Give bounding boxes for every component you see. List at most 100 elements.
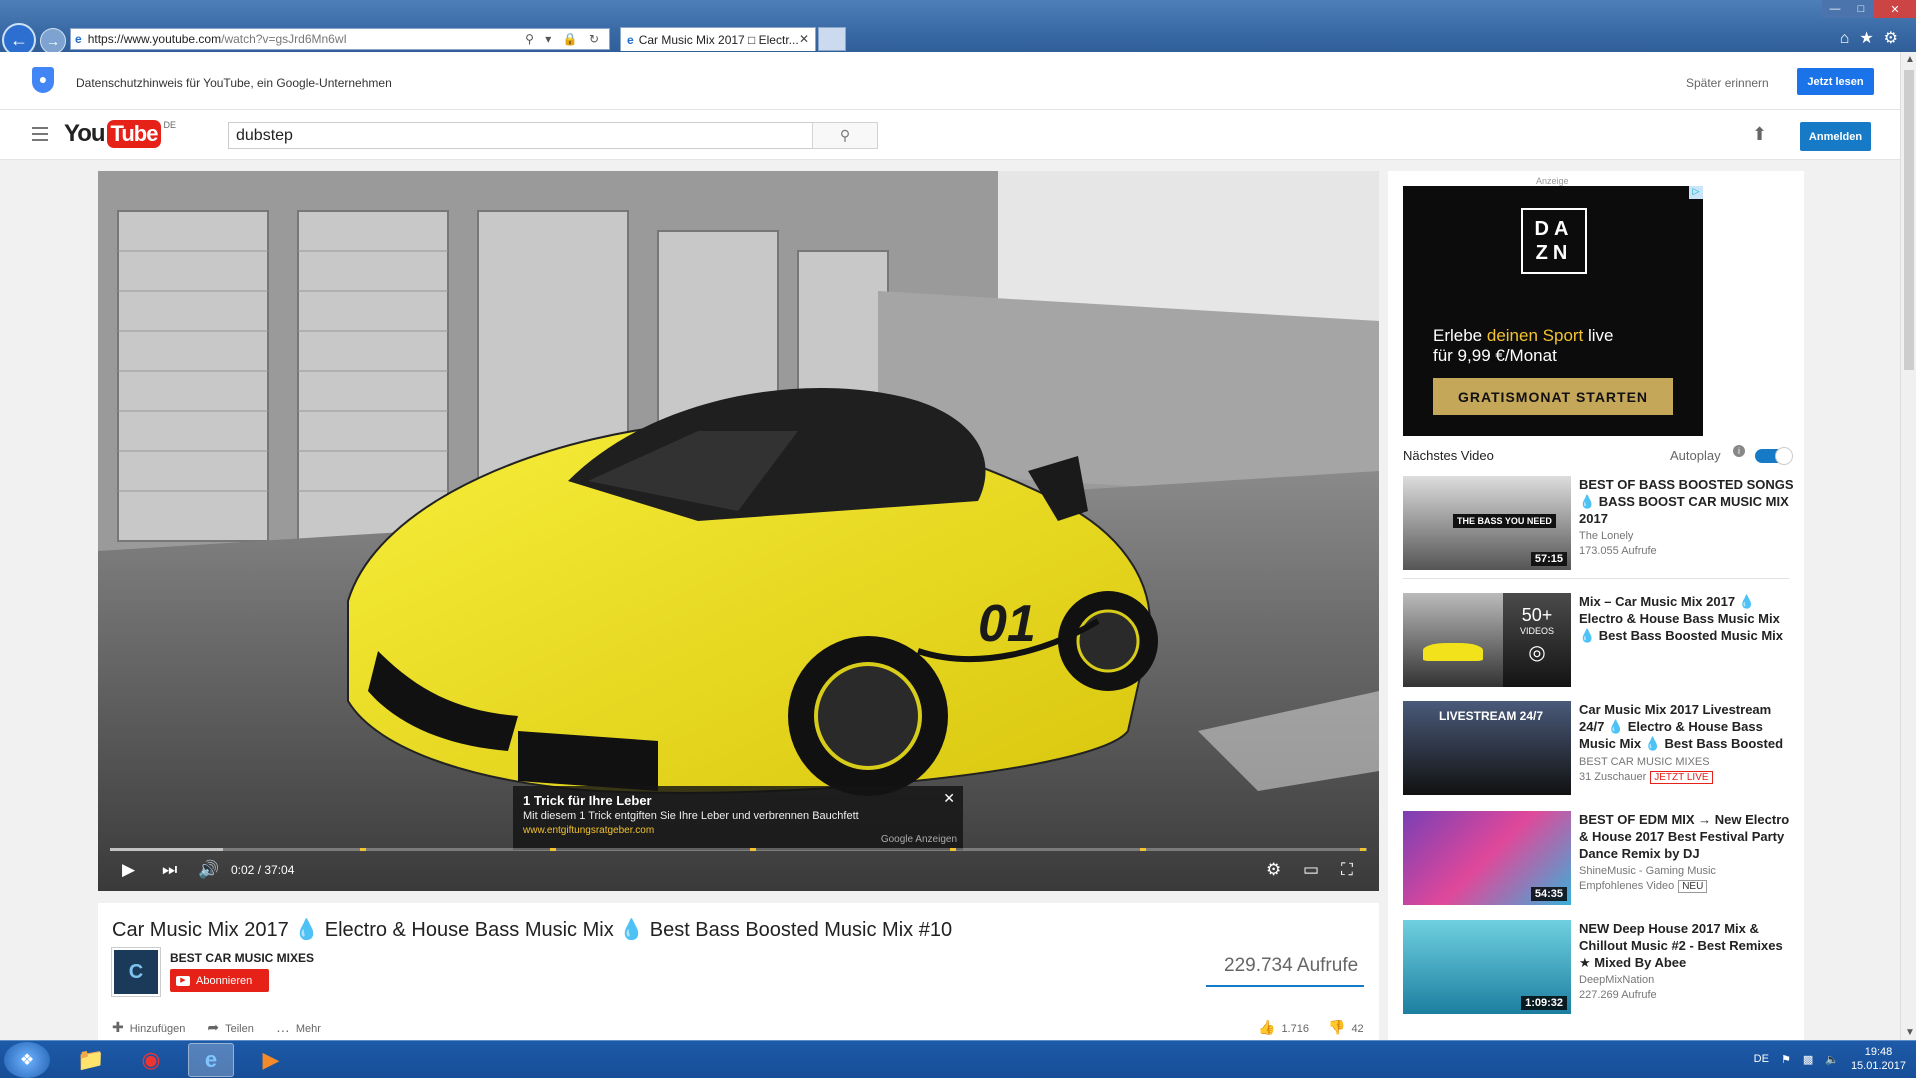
close-window-icon[interactable]: ✕ — [1874, 0, 1916, 18]
youtube-header: You Tube DE dubstep ⚲ ⬆ Anmelden — [0, 110, 1900, 160]
system-tray: DE ⚑ ▩ 🔈 19:48 15.01.2017 — [1754, 1045, 1906, 1073]
related-video[interactable]: THE BASS YOU NEED 57:15 BEST OF BASS BOO… — [1403, 476, 1803, 571]
search-input[interactable]: dubstep — [228, 122, 813, 149]
share-button[interactable]: ➦ Teilen — [207, 1019, 253, 1036]
settings-icon[interactable]: ⚙ — [1266, 860, 1281, 880]
add-to-button[interactable]: ✚ Hinzufügen — [112, 1019, 185, 1036]
autoplay-toggle[interactable] — [1755, 447, 1793, 465]
browser-tab[interactable]: e Car Music Mix 2017 □ Electr... ✕ — [620, 27, 816, 51]
maximize-icon[interactable]: □ — [1848, 0, 1874, 18]
play-icon[interactable]: ▶ — [122, 860, 135, 880]
autoplay-label: Autoplay — [1670, 448, 1721, 463]
youtube-logo[interactable]: You Tube DE — [64, 120, 176, 148]
browser-tools: ⌂★⚙ — [1840, 28, 1908, 48]
lock-icon[interactable]: 🔒 — [563, 32, 582, 46]
language-indicator[interactable]: DE — [1754, 1053, 1769, 1065]
video-thumbnail[interactable]: 54:35 — [1403, 811, 1571, 905]
page-scrollbar[interactable]: ▲ ▼ — [1900, 52, 1916, 1040]
video-info: Car Music Mix 2017 💧 Electro & House Bas… — [98, 903, 1379, 1040]
minimize-icon[interactable]: — — [1822, 0, 1848, 18]
gear-icon[interactable]: ⚙ — [1884, 30, 1908, 47]
remind-later-link[interactable]: Später erinnern — [1686, 76, 1769, 90]
logo-tube: Tube — [106, 120, 162, 148]
start-button[interactable]: ❖ — [4, 1042, 50, 1078]
internet-explorer-icon[interactable]: e — [188, 1043, 234, 1077]
subscribe-button[interactable]: ▶ Abonnieren — [170, 969, 269, 992]
video-player[interactable]: 01 1 Trick für Ihre Leber Mit diesem 1 T… — [98, 171, 1379, 891]
video-title: Car Music Mix 2017 💧 Electro & House Bas… — [112, 919, 953, 941]
related-live[interactable]: LIVESTREAM 24/7 Car Music Mix 2017 Lives… — [1403, 701, 1803, 796]
address-bar[interactable]: e https://www.youtube.com/watch?v=gsJrd6… — [70, 28, 610, 50]
star-icon[interactable]: ★ — [1859, 30, 1883, 47]
related-video[interactable]: 54:35 BEST OF EDM MIX → New Electro & Ho… — [1403, 811, 1803, 906]
new-tab-button[interactable] — [818, 27, 846, 51]
folder-icon[interactable]: 📁 — [68, 1043, 114, 1077]
ad-title: 1 Trick für Ihre Leber — [523, 793, 652, 808]
next-icon[interactable]: ⏭ — [162, 860, 177, 880]
scroll-down-icon[interactable]: ▼ — [1905, 1027, 1915, 1038]
scroll-up-icon[interactable]: ▲ — [1905, 54, 1915, 65]
ie-page-icon: e — [75, 32, 82, 46]
related-channel: ShineMusic - Gaming Music — [1579, 865, 1716, 877]
forward-button[interactable]: → — [40, 28, 66, 54]
clock[interactable]: 19:48 15.01.2017 — [1851, 1045, 1906, 1073]
related-title[interactable]: Mix – Car Music Mix 2017 💧 Electro & Hou… — [1579, 593, 1797, 644]
view-count: 229.734 Aufrufe — [1224, 955, 1359, 976]
volume-icon[interactable]: 🔊 — [198, 860, 219, 880]
thumbnail-text: THE BASS YOU NEED — [1453, 514, 1556, 528]
menu-icon[interactable] — [32, 127, 48, 141]
close-ad-icon[interactable]: ✕ — [943, 790, 955, 807]
info-icon[interactable]: i — [1733, 445, 1745, 457]
video-thumbnail[interactable]: 50+ VIDEOS ◎ — [1403, 593, 1571, 687]
more-button[interactable]: … Mehr — [276, 1019, 321, 1036]
network-icon[interactable]: ▩ — [1803, 1053, 1813, 1066]
refresh-icon[interactable]: ↻ — [589, 32, 603, 46]
upload-icon[interactable]: ⬆ — [1752, 124, 1767, 145]
search-icon[interactable]: ⚲ — [525, 32, 538, 46]
ie-tab-icon: e — [627, 32, 634, 47]
scrollbar-thumb[interactable] — [1904, 70, 1914, 370]
like-ratio-bar — [1206, 985, 1364, 987]
related-title[interactable]: BEST OF EDM MIX → New Electro & House 20… — [1579, 811, 1797, 862]
duration-badge: 57:15 — [1530, 552, 1567, 566]
related-title[interactable]: NEW Deep House 2017 Mix & Chillout Music… — [1579, 920, 1797, 971]
video-thumbnail[interactable]: 1:09:32 — [1403, 920, 1571, 1014]
related-title[interactable]: BEST OF BASS BOOSTED SONGS 💧 BASS BOOST … — [1579, 476, 1797, 527]
dazn-text-b: deinen Sport — [1486, 326, 1584, 345]
dislike-button[interactable]: 👎 42 — [1328, 1019, 1364, 1036]
related-video[interactable]: 1:09:32 NEW Deep House 2017 Mix & Chillo… — [1403, 920, 1803, 1015]
url-text: https://www.youtube.com/watch?v=gsJrd6Mn… — [87, 32, 347, 46]
more-label: Mehr — [295, 1023, 321, 1035]
address-tools[interactable]: ⚲ ▾ 🔒 ↻ — [525, 32, 603, 46]
ad-source: Google Anzeigen — [880, 834, 957, 845]
adchoices-icon[interactable]: ▷ — [1689, 186, 1703, 199]
overlay-ad[interactable]: 1 Trick für Ihre Leber Mit diesem 1 Tric… — [513, 786, 963, 850]
dazn-ad[interactable]: DA ZN Erlebe deinen Sport live für 9,99 €… — [1403, 186, 1703, 436]
search-button[interactable]: ⚲ — [812, 122, 878, 149]
video-thumbnail[interactable]: LIVESTREAM 24/7 — [1403, 701, 1571, 795]
flag-icon[interactable]: ⚑ — [1781, 1053, 1791, 1066]
chrome-icon[interactable]: ◉ — [128, 1043, 174, 1077]
fullscreen-icon[interactable]: ⛶ — [1341, 860, 1353, 880]
channel-avatar[interactable]: C — [112, 948, 160, 996]
svg-text:01: 01 — [978, 595, 1036, 653]
home-icon[interactable]: ⌂ — [1840, 30, 1860, 47]
theater-mode-icon[interactable]: ▭ — [1303, 860, 1319, 880]
related-title[interactable]: Car Music Mix 2017 Livestream 24/7 💧 Ele… — [1579, 701, 1797, 752]
read-now-button[interactable]: Jetzt lesen — [1797, 68, 1874, 95]
signin-button[interactable]: Anmelden — [1800, 122, 1871, 151]
media-player-icon[interactable]: ▶ — [248, 1043, 294, 1077]
volume-tray-icon[interactable]: 🔈 — [1825, 1053, 1839, 1066]
close-tab-icon[interactable]: ✕ — [799, 32, 809, 46]
channel-name[interactable]: BEST CAR MUSIC MIXES — [170, 951, 314, 965]
playlist-overlay: 50+ VIDEOS ◎ — [1503, 593, 1571, 687]
related-views: 173.055 Aufrufe — [1579, 545, 1657, 557]
clock-time: 19:48 — [1864, 1046, 1893, 1058]
like-button[interactable]: 👍 1.716 — [1258, 1019, 1309, 1036]
related-mix[interactable]: 50+ VIDEOS ◎ Mix – Car Music Mix 2017 💧 … — [1403, 593, 1803, 688]
dazn-cta-button[interactable]: GRATISMONAT STARTEN — [1433, 378, 1673, 415]
video-thumbnail[interactable]: THE BASS YOU NEED 57:15 — [1403, 476, 1571, 570]
duration-badge: 54:35 — [1530, 887, 1567, 901]
logo-you: You — [64, 120, 106, 147]
dropdown-icon[interactable]: ▾ — [545, 32, 555, 46]
